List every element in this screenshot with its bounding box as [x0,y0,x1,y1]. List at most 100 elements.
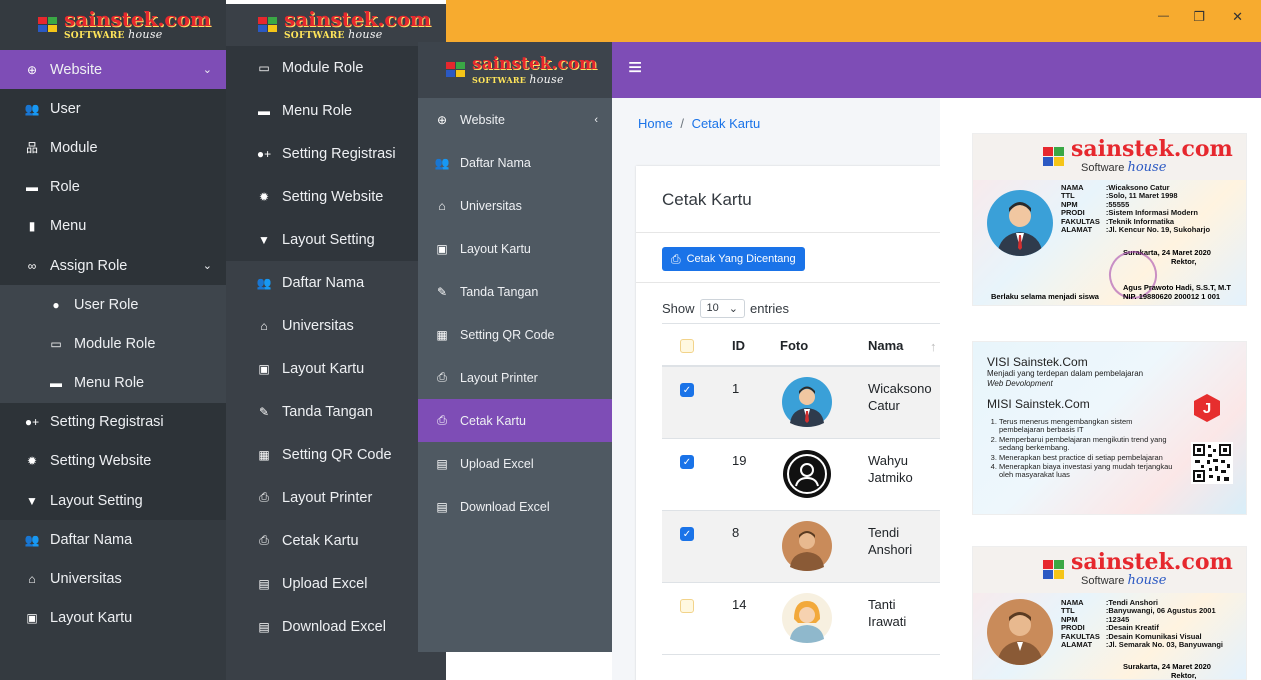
select-all-checkbox[interactable] [680,339,694,353]
row-checkbox[interactable]: ✓ [680,527,694,541]
print-selected-button[interactable]: ⎙ Cetak Yang Dicentang [662,247,805,271]
sidebar-item-menu-role[interactable]: ▬ Menu Role [0,363,226,403]
row-checkbox[interactable]: ✓ [680,455,694,469]
sidebar-item-layout-kartu[interactable]: ▣ Layout Kartu [0,599,226,638]
table-row[interactable]: 14 Tanti Irawati [662,583,946,655]
badge-letter: J [1202,399,1212,417]
sidebar-item-setting-registrasi[interactable]: ●+ Setting Registrasi [0,402,226,442]
column-header-nama[interactable]: Nama [868,338,903,353]
table-row[interactable]: ✓ 19 Wahyu Jatmiko [662,439,946,511]
sidebar-item-layout-setting[interactable]: ▼ Layout Setting [0,481,226,521]
sidebar-item-upload-excel[interactable]: ▤ Upload Excel [418,442,612,485]
cell-nama-last: Irawati [868,614,907,629]
card-logo: sainstek.com Software house [1043,551,1233,588]
sidebar-item-daftar-nama[interactable]: 👥 Daftar Nama [418,141,612,184]
card-sub-italic: house [1127,160,1167,175]
maximize-button[interactable]: ❐ [1193,9,1205,25]
sidebar-item-user-role[interactable]: ● User Role [0,285,226,325]
sidebar-item-role[interactable]: ▬ Role [0,167,226,207]
sidebar-item-setting-qr-code[interactable]: ▦ Setting QR Code [226,433,446,476]
sidebar-item-menu[interactable]: ▮ Menu [0,206,226,246]
row-checkbox[interactable]: ✓ [680,383,694,397]
sidebar-item-label: Website [460,112,505,127]
table-row[interactable]: ✓ 8 Tendi Anshori [662,511,946,583]
sidebar-item-module[interactable]: 品 Module [0,128,226,168]
file-excel-icon: ▤ [258,576,270,591]
sidebar-item-label: Layout Kartu [460,241,531,256]
table-header: ID Foto Nama ↑ [662,323,946,367]
university-icon: ⌂ [28,572,36,587]
card-details: NAMA TTL NPM PRODI FAKULTAS ALAMAT:Wicaksono … [1061,183,1211,235]
sidebar-item-daftar-nama[interactable]: 👥 Daftar Nama [0,520,226,559]
sidebar-item-module-role[interactable]: ▭ Module Role [226,46,446,89]
printer-icon: ⎙ [259,533,269,547]
sidebar-item-layout-printer[interactable]: ⎙ Layout Printer [418,356,612,399]
sidebar-item-menu-role[interactable]: ▬ Menu Role [226,89,446,132]
sidebar-item-user[interactable]: 👥 User [0,89,226,129]
sidebar-item-label: Module [50,139,98,156]
id-card-back: VISI Sainstek.Com Menjadi yang terdepan … [972,341,1247,515]
sidebar-item-download-excel[interactable]: ▤ Download Excel [418,485,612,528]
entries-select[interactable]: 10 ⌄ [699,299,745,318]
sidebar-item-setting-website[interactable]: ✹ Setting Website [0,441,226,482]
sidebar-panel-2: sainstek.com SOFTWARE house ▭ Module Role… [226,4,446,680]
table-row[interactable]: ✓ 1 Wicaksono Catur [662,367,946,439]
university-icon: ⌂ [260,318,268,333]
logo-brand: sainstek [472,53,552,74]
printer-icon: ⎙ [259,490,269,504]
chevron-icon: ‹ [594,113,598,126]
sidebar-item-label: Layout Printer [282,489,373,506]
file-excel-icon: ▤ [436,456,448,471]
card-nip: NIP. 19880620 200012 1 001 [1123,292,1221,301]
sidebar-item-setting-website[interactable]: ✹ Setting Website [226,175,446,218]
sidebar-logo[interactable]: sainstek.com SOFTWARE house [0,0,226,50]
sidebar-item-layout-printer[interactable]: ⎙ Layout Printer [226,476,446,519]
card-field-value: :Jl. Kencur No. 19, Sukoharjo [1105,225,1211,235]
sidebar-item-universitas[interactable]: ⌂ Universitas [418,184,612,227]
sidebar-item-label: Setting Registrasi [282,145,396,162]
page-title: Cetak Kartu [662,190,752,209]
card-role: Rektor, [1171,257,1197,266]
sidebar-item-cetak-kartu[interactable]: ⎙ Cetak Kartu [226,519,446,562]
cell-nama-first: Tendi [868,525,900,540]
sidebar-item-layout-setting[interactable]: ▼ Layout Setting [226,218,446,261]
card-place-date: Surakarta, 24 Maret 2020 [1123,662,1211,671]
sidebar-item-label: Cetak Kartu [282,532,359,549]
sidebar-item-universitas[interactable]: ⌂ Universitas [226,304,446,347]
sidebar-item-daftar-nama[interactable]: 👥 Daftar Nama [226,261,446,304]
sidebar-item-universitas[interactable]: ⌂ Universitas [0,559,226,598]
row-checkbox[interactable] [680,599,694,613]
sidebar-item-upload-excel[interactable]: ▤ Upload Excel [226,562,446,605]
sidebar-item-tanda-tangan[interactable]: ✎ Tanda Tangan [418,270,612,313]
sidebar-panel-3: sainstek.com SOFTWARE house ⊕ Website ‹ 👥 Da… [418,42,612,652]
sidebar-item-assign-role[interactable]: ∞ Assign Role ⌄ [0,245,226,286]
close-button[interactable]: ✕ [1232,9,1243,25]
cell-id: 19 [732,453,747,468]
sidebar-item-cetak-kartu[interactable]: ⎙ Cetak Kartu [418,399,612,442]
card-sub: Software [1081,575,1125,587]
sidebar-item-module-role[interactable]: ▭ Module Role [0,324,226,364]
column-header-foto[interactable]: Foto [780,338,808,353]
sidebar-item-download-excel[interactable]: ▤ Download Excel [226,605,446,648]
sidebar-logo[interactable]: sainstek.com SOFTWARE house [418,42,612,98]
sidebar-item-label: Website [50,61,103,78]
sidebar-item-label: Daftar Nama [282,274,365,291]
minimize-button[interactable]: — [1158,10,1169,22]
sidebar-item-tanda-tangan[interactable]: ✎ Tanda Tangan [226,390,446,433]
sidebar-item-layout-kartu[interactable]: ▣ Layout Kartu [226,347,446,390]
column-header-id[interactable]: ID [732,338,745,353]
chevron-icon: ⌄ [202,260,212,273]
sidebar-item-setting-qr-code[interactable]: ▦ Setting QR Code [418,313,612,356]
sidebar-item-label: Setting Website [50,453,152,470]
sidebar-item-setting-registrasi[interactable]: ●+ Setting Registrasi [226,132,446,175]
sidebar-item-website[interactable]: ⊕ Website ⌄ [0,50,226,90]
sidebar-item-label: User [50,100,81,117]
sort-icon[interactable]: ↑ [930,339,937,354]
hamburger-menu-icon[interactable]: ≡ [628,54,642,82]
breadcrumb-home-link[interactable]: Home [638,116,673,131]
sidebar-item-layout-kartu[interactable]: ▣ Layout Kartu [418,227,612,270]
sidebar-logo[interactable]: sainstek.com SOFTWARE house [226,4,446,46]
cell-nama-last: Anshori [868,542,913,557]
sidebar-item-website[interactable]: ⊕ Website ‹ [418,98,612,141]
sidebar-item-label: Upload Excel [282,575,368,592]
